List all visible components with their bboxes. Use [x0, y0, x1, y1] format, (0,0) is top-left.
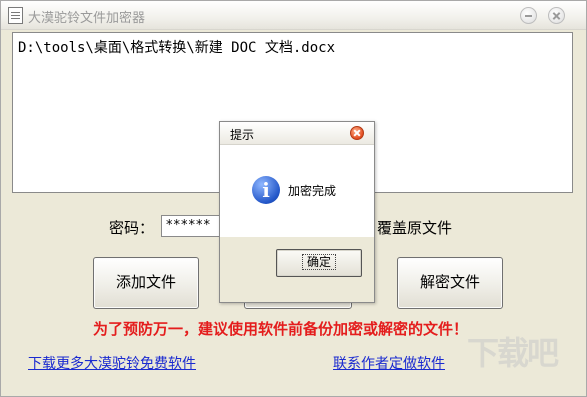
- decrypt-file-button[interactable]: 解密文件: [397, 257, 503, 309]
- close-button[interactable]: [548, 7, 565, 24]
- dialog-title: 提示: [230, 128, 255, 142]
- backup-warning: 为了预防万一，建议使用软件前备份加密或解密的文件！: [93, 320, 469, 338]
- site-watermark: 下载吧: [467, 334, 559, 372]
- ok-button[interactable]: 确定: [276, 249, 362, 277]
- dialog-close-button[interactable]: [350, 126, 364, 140]
- app-icon: [8, 7, 23, 24]
- window-title: 大漠驼铃文件加密器: [28, 11, 146, 26]
- info-icon: i: [252, 176, 280, 204]
- dialog-message: 加密完成: [288, 184, 337, 198]
- title-bar[interactable]: 大漠驼铃文件加密器: [1, 1, 586, 30]
- dialog-title-bar[interactable]: 提示: [220, 122, 374, 145]
- file-path-item[interactable]: D:\tools\桌面\格式转换\新建 DOC 文档.docx: [18, 37, 335, 57]
- ok-button-label: 确定: [301, 254, 336, 270]
- minimize-button[interactable]: [520, 7, 537, 24]
- main-window: 大漠驼铃文件加密器 D:\tools\桌面\格式转换\新建 DOC 文档.doc…: [0, 0, 587, 397]
- dialog-body: i 加密完成: [220, 145, 374, 237]
- message-dialog: 提示 i 加密完成 确定: [219, 121, 375, 303]
- add-file-button[interactable]: 添加文件: [93, 257, 199, 309]
- password-label: 密码：: [109, 219, 155, 237]
- overwrite-original-label[interactable]: 覆盖原文件: [377, 217, 452, 238]
- contact-author-link[interactable]: 联系作者定做软件: [333, 353, 445, 373]
- password-input[interactable]: ******: [161, 215, 221, 237]
- download-more-link[interactable]: 下载更多大漠驼铃免费软件: [28, 353, 196, 373]
